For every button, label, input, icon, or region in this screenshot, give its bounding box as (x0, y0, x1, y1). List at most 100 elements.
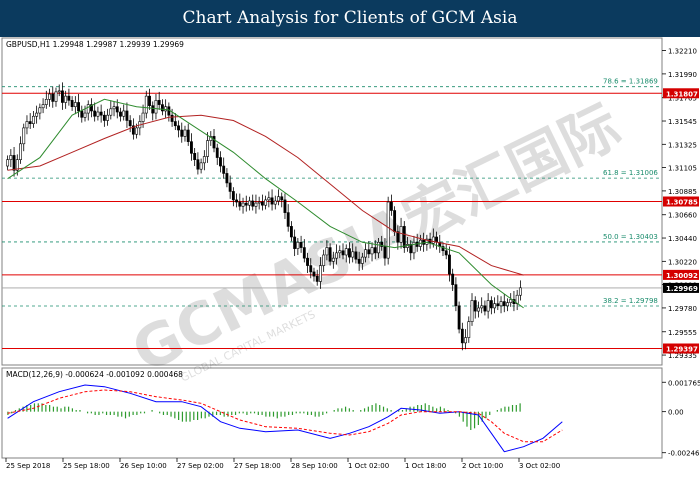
candle-body (312, 271, 316, 277)
candle-body (248, 200, 251, 206)
candle-body (144, 95, 148, 114)
chart-title: Chart Analysis for Clients of GCM Asia (182, 8, 518, 28)
candle-body (22, 127, 26, 145)
candle-body (193, 153, 197, 160)
macd-line (7, 384, 563, 453)
candle-body (151, 105, 155, 114)
candle-body (489, 300, 493, 309)
candle-body (473, 300, 477, 312)
time-axis: 25 Sep 2018 25 Sep 18:00 26 Sep 10:00 27 Se… (5, 458, 560, 470)
candle-body (67, 95, 71, 101)
fib-label: 78.6 = 1.31869 (603, 78, 658, 86)
candle-body (35, 112, 39, 117)
candle-body (293, 236, 297, 249)
candle-body (499, 301, 503, 307)
candle-body (180, 129, 184, 137)
candle-body (64, 95, 68, 103)
candle-body (299, 241, 303, 248)
time-tick-label: 26 Sep 10:00 (120, 462, 167, 470)
candle-body (389, 201, 393, 211)
candle-body (367, 249, 371, 255)
candle-body (483, 305, 487, 312)
candle-body (431, 236, 435, 244)
candle-body (109, 108, 113, 116)
candle-body (199, 162, 203, 170)
candle-body (215, 147, 219, 158)
candle-body (260, 201, 264, 206)
candle-body (186, 129, 190, 142)
candle-body (183, 129, 187, 137)
candle-body (399, 226, 403, 243)
candle-body (444, 250, 448, 256)
time-tick-label: 1 Oct 02:00 (348, 462, 389, 470)
candle-body (48, 93, 51, 100)
candle-body (480, 305, 484, 309)
macd-histogram (7, 403, 521, 430)
forex-chart: GCMASIA宏汇国际 GLOBAL CAPITAL MARKETS GBPUS… (1, 37, 700, 470)
candle-body (228, 182, 232, 192)
candle-body (96, 111, 100, 117)
candle-body (122, 110, 126, 117)
candle-body (283, 199, 287, 213)
candle-body (235, 199, 239, 203)
candle-body (241, 202, 245, 207)
candle-body (9, 155, 13, 160)
candle-body (348, 248, 351, 258)
candle-body (454, 284, 458, 307)
candle-body (244, 202, 248, 206)
candle-body (502, 301, 506, 307)
candle-body (383, 246, 387, 259)
watermark-text: GCMASIA宏汇国际 (122, 91, 631, 386)
candle-body (286, 212, 290, 227)
price-tick-label: 1.30220 (668, 258, 697, 266)
candle-body (373, 247, 377, 254)
macd-tick-label: 0.00 (668, 409, 684, 417)
candle-body (206, 140, 209, 157)
candle-body (289, 226, 293, 238)
candle-body (157, 100, 161, 105)
candle-body (164, 106, 168, 112)
time-tick-label: 25 Sep 18:00 (63, 462, 110, 470)
macd-label: MACD(12,26,9) -0.000624 -0.001092 0.0004… (6, 370, 183, 379)
price-tick-label: 1.31545 (668, 118, 697, 126)
candle-body (270, 197, 274, 205)
candle-body (41, 104, 45, 109)
candle-body (486, 300, 490, 312)
sr-price-label: 1.31807 (666, 90, 698, 98)
price-tick-label: 1.30440 (668, 235, 697, 243)
candle-body (306, 257, 309, 266)
candle-body (77, 102, 80, 112)
candle-body (119, 111, 122, 117)
candle-body (54, 91, 58, 102)
candle-body (31, 115, 35, 124)
fib-label: 61.8 = 1.31006 (603, 169, 658, 177)
candle-body (477, 307, 480, 312)
candle-body (319, 265, 322, 282)
price-tick-label: 1.31990 (668, 71, 697, 79)
candle-body (309, 265, 313, 273)
candle-body (370, 247, 374, 255)
candle-body (393, 210, 397, 232)
candle-body (460, 328, 464, 344)
candle-body (335, 252, 338, 259)
price-tick-label: 1.29780 (668, 305, 697, 313)
candle-body (128, 120, 132, 127)
candle-body (61, 90, 64, 103)
candle-body (402, 226, 406, 248)
price-tick-label: 1.29555 (668, 329, 697, 337)
time-tick-label: 2 Oct 10:00 (462, 462, 503, 470)
candle-body (93, 110, 97, 117)
candle-body (173, 121, 177, 127)
candle-body (451, 273, 455, 285)
price-tick-label: 1.32210 (668, 48, 697, 56)
candle-body (125, 110, 129, 121)
candle-body (264, 199, 268, 206)
candle-body (448, 254, 451, 275)
candle-body (386, 201, 390, 259)
fib-label: 38.2 = 1.29798 (603, 297, 658, 305)
macd-tick-label: 0.001765 (668, 379, 700, 387)
candle-body (6, 159, 10, 167)
fib-label: 50.0 = 1.30403 (603, 233, 658, 241)
price-tick-label: 1.30885 (668, 188, 697, 196)
sr-price-label: 1.30092 (666, 272, 698, 280)
